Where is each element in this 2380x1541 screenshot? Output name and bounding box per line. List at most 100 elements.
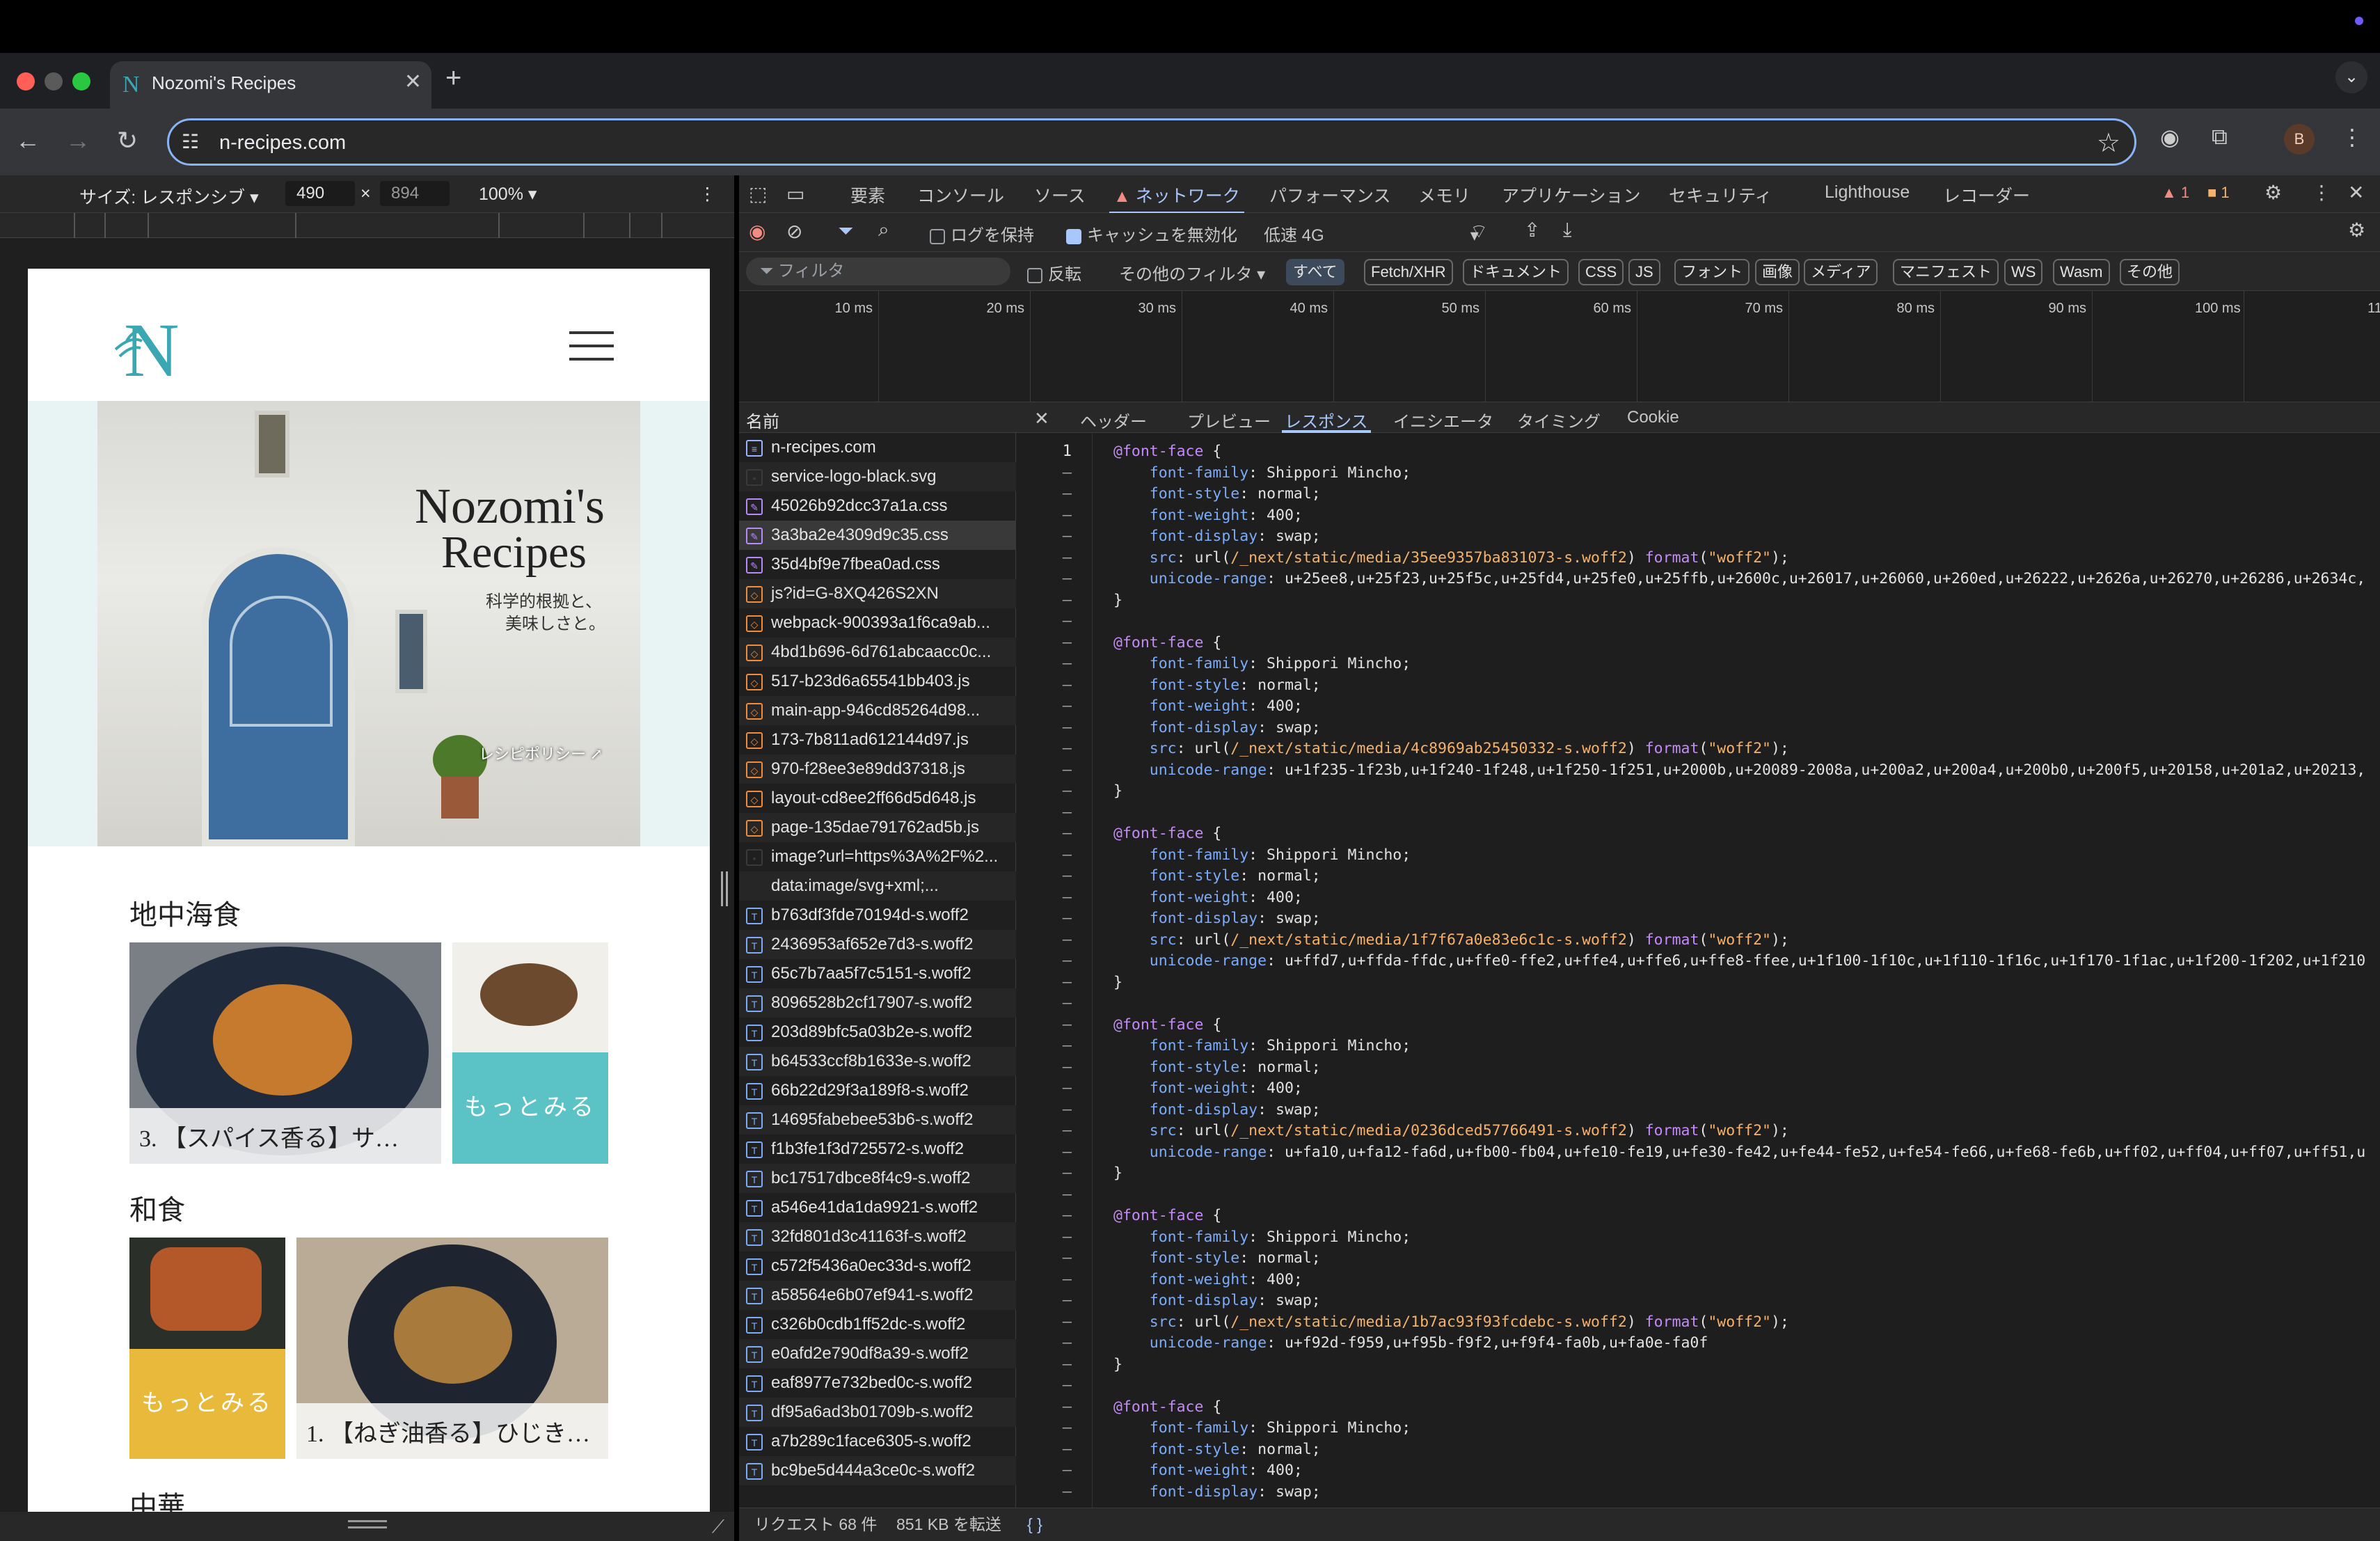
close-detail-icon[interactable]: ✕: [1034, 408, 1049, 429]
request-row[interactable]: T 66b22d29f3a189f8-s.woff2: [739, 1076, 1016, 1105]
preserve-log-checkbox[interactable]: ログを保持: [930, 221, 1034, 246]
settings-gear-icon[interactable]: ⚙: [2264, 181, 2282, 204]
recipe-card[interactable]: 1. 【ねぎ油香る】ひじき…: [296, 1238, 608, 1459]
extension-avatar-icon[interactable]: ◉: [2160, 124, 2180, 150]
tab-application[interactable]: アプリケーション: [1502, 182, 1641, 207]
disable-cache-checkbox[interactable]: キャッシュを無効化: [1066, 221, 1237, 246]
zoom-window-button[interactable]: [72, 72, 90, 90]
minimize-window-button[interactable]: [45, 72, 63, 90]
request-row[interactable]: Ta58564e6b07ef941-s.woff2: [739, 1281, 1016, 1310]
tab-close-icon[interactable]: ✕: [404, 70, 422, 94]
tab-sources[interactable]: ソース: [1034, 182, 1086, 207]
request-row[interactable]: Tb64533ccf8b1633e-s.woff2: [739, 1047, 1016, 1076]
close-devtools-icon[interactable]: ✕: [2348, 181, 2364, 204]
request-row[interactable]: Tf1b3fe1f3d725572-s.woff2: [739, 1135, 1016, 1164]
request-row[interactable]: ≡ n-recipes.com: [739, 433, 1016, 462]
tab-memory[interactable]: メモリ: [1418, 182, 1470, 207]
resize-grip-icon[interactable]: [348, 1520, 387, 1528]
site-info-icon[interactable]: ☷: [182, 130, 199, 153]
filter-chip-js[interactable]: JS: [1628, 259, 1660, 285]
back-icon[interactable]: ←: [15, 124, 40, 157]
filter-chip-wasm[interactable]: Wasm: [2053, 259, 2110, 285]
request-row[interactable]: Tdf95a6ad3b01709b-s.woff2: [739, 1398, 1016, 1427]
recipe-policy-link[interactable]: レシピポリシー ↗: [479, 742, 603, 764]
more-card[interactable]: もっとみる: [452, 942, 608, 1164]
request-row[interactable]: T 2436953af652e7d3-s.woff2: [739, 930, 1016, 959]
bookmark-star-icon[interactable]: ☆: [2097, 127, 2120, 159]
inspect-element-icon[interactable]: ⬚: [749, 182, 767, 205]
reload-icon[interactable]: ↻: [117, 124, 138, 157]
viewport-height-input[interactable]: 894: [380, 181, 450, 206]
request-row[interactable]: ◇ layout-cd8ee2ff66d5d648.js: [739, 784, 1016, 813]
new-tab-button[interactable]: +: [445, 63, 461, 93]
browser-menu-icon[interactable]: ⋮: [2341, 124, 2363, 150]
request-row[interactable]: ◇ page-135dae791762ad5b.js: [739, 813, 1016, 842]
devtools-more-icon[interactable]: ⋮: [2312, 181, 2331, 204]
more-card[interactable]: もっとみる: [129, 1238, 285, 1459]
address-bar[interactable]: ☷ n-recipes.com ☆: [167, 118, 2136, 166]
request-row[interactable]: Teaf8977e732bed0c-s.woff2: [739, 1368, 1016, 1398]
tab-recorder[interactable]: レコーダー: [1943, 182, 2030, 207]
request-row[interactable]: ✎ 35d4bf9e7fbea0ad.css: [739, 550, 1016, 579]
request-row[interactable]: Tc326b0cdb1ff52dc-s.woff2: [739, 1310, 1016, 1339]
tab-elements[interactable]: 要素: [850, 182, 885, 207]
pretty-print-button[interactable]: { }: [1027, 1508, 1042, 1540]
request-row[interactable]: ◇ js?id=G-8XQ426S2XN: [739, 579, 1016, 608]
issues-badge[interactable]: ■ 1: [2207, 184, 2230, 202]
tab-headers[interactable]: ヘッダー: [1080, 408, 1147, 432]
request-row[interactable]: ◇ 970-f28ee3e89dd37318.js: [739, 754, 1016, 784]
export-har-icon[interactable]: ⤓: [1563, 219, 1571, 242]
viewport-width-input[interactable]: 490: [285, 181, 355, 206]
request-row[interactable]: Tbc9be5d444a3ce0c-s.woff2: [739, 1456, 1016, 1485]
record-stop-icon[interactable]: ◉: [749, 220, 765, 243]
tab-timing[interactable]: タイミング: [1517, 408, 1601, 432]
request-row[interactable]: ◇ main-app-946cd85264d98...: [739, 696, 1016, 725]
profile-avatar[interactable]: B: [2284, 124, 2315, 155]
zoom-dropdown[interactable]: 100% ▾: [479, 184, 537, 205]
device-toggle-icon[interactable]: ▭: [786, 182, 804, 205]
request-row[interactable]: Te0afd2e790df8a39-s.woff2: [739, 1339, 1016, 1368]
request-row[interactable]: T 65c7b7aa5f7c5151-s.woff2: [739, 959, 1016, 988]
request-row[interactable]: Tb763df3fde70194d-s.woff2: [739, 901, 1016, 930]
request-row[interactable]: ✎ 45026b92dcc37a1a.css: [739, 491, 1016, 521]
filter-chip-manifest[interactable]: マニフェスト: [1893, 259, 1999, 285]
request-row[interactable]: ◇ webpack-900393a1f6ca9ab...: [739, 608, 1016, 638]
request-row[interactable]: ✎ 3a3ba2e4309d9c35.css: [739, 521, 1016, 550]
tab-console[interactable]: コンソール: [917, 182, 1004, 207]
filter-chip-css[interactable]: CSS: [1578, 259, 1624, 285]
request-row[interactable]: ▪ service-logo-black.svg: [739, 462, 1016, 491]
request-row[interactable]: data:image/svg+xml;...: [739, 871, 1016, 901]
device-size-dropdown[interactable]: サイズ: レスポンシブ ▾: [79, 184, 259, 209]
close-window-button[interactable]: [17, 72, 35, 90]
tab-performance[interactable]: パフォーマンス: [1269, 182, 1391, 207]
extensions-puzzle-icon[interactable]: ⧉: [2212, 124, 2228, 150]
device-more-icon[interactable]: ⋮: [699, 184, 716, 205]
filter-funnel-icon[interactable]: ⏷: [838, 220, 853, 243]
site-logo-icon[interactable]: N: [110, 308, 187, 384]
request-row[interactable]: T 14695fabebee53b6-s.woff2: [739, 1105, 1016, 1135]
throttle-dropdown[interactable]: 低速 4G ▾: [1264, 221, 1479, 246]
url-text[interactable]: n-recipes.com: [219, 132, 346, 155]
filter-chip-media[interactable]: メディア: [1804, 259, 1878, 285]
tab-network[interactable]: ▲ ネットワーク: [1109, 182, 1244, 214]
request-row[interactable]: ◇ 517-b23d6a65541bb403.js: [739, 667, 1016, 696]
tab-lighthouse[interactable]: Lighthouse: [1825, 182, 1910, 203]
request-row[interactable]: Tc572f5436a0ec33d-s.woff2: [739, 1251, 1016, 1281]
tab-cookie[interactable]: Cookie: [1627, 408, 1679, 427]
filter-chip-all[interactable]: すべて: [1286, 259, 1344, 285]
clear-log-icon[interactable]: ⊘: [786, 220, 802, 243]
request-row[interactable]: Tbc17517dbce8f4c9-s.woff2: [739, 1164, 1016, 1193]
request-row[interactable]: T 32fd801d3c41163f-s.woff2: [739, 1222, 1016, 1251]
filter-chip-ws[interactable]: WS: [2004, 259, 2043, 285]
more-link[interactable]: もっとみる: [452, 1052, 608, 1164]
recipe-card[interactable]: 3. 【スパイス香る】サ…: [129, 942, 441, 1164]
more-filters-dropdown[interactable]: その他のフィルタ ▾: [1119, 260, 1265, 285]
network-settings-icon[interactable]: ⚙: [2348, 219, 2365, 242]
import-har-icon[interactable]: ⇪: [1524, 219, 1540, 242]
network-timeline-overview[interactable]: 10 ms 20 ms 30 ms 40 ms 50 ms 60 ms 70 ms 80 ms…: [739, 291, 2380, 402]
hamburger-menu-icon[interactable]: [569, 331, 614, 362]
forward-icon[interactable]: →: [65, 124, 90, 157]
filter-chip-image[interactable]: 画像: [1755, 259, 1800, 285]
name-column-header[interactable]: 名前: [739, 402, 1016, 433]
browser-tab[interactable]: N Nozomi's Recipes ✕: [110, 61, 431, 109]
